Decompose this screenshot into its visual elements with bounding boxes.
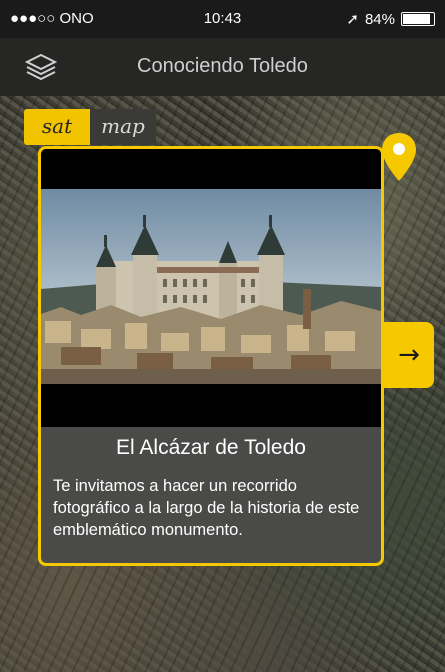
map-toggle-button[interactable]: map <box>90 109 156 145</box>
arrow-right-icon: → <box>398 340 420 370</box>
battery-level <box>403 14 430 24</box>
battery-icon <box>401 12 435 26</box>
battery-percent: 84% <box>364 10 395 28</box>
monument-photo <box>41 149 381 427</box>
poi-title: El Alcázar de Toledo <box>116 436 306 459</box>
status-right: ➚ 84% <box>346 10 435 28</box>
poi-card[interactable]: El Alcázar de Toledo Te invitamos a hace… <box>38 146 384 566</box>
map-type-toggle: sat map <box>24 109 156 145</box>
map-pin-icon[interactable] <box>380 131 418 183</box>
next-arrow-button[interactable]: → <box>384 322 434 388</box>
page-title: Conociendo Toledo <box>137 55 308 77</box>
poi-description: Te invitamos a hacer un recorrido fotogr… <box>53 477 360 539</box>
navigation-bar: Conociendo Toledo <box>0 38 445 96</box>
satellite-toggle-button[interactable]: sat <box>24 109 90 145</box>
location-arrow-icon: ➚ <box>346 11 359 28</box>
status-bar: ●●●○○ ONO 10:43 ➚ 84% <box>0 0 445 38</box>
